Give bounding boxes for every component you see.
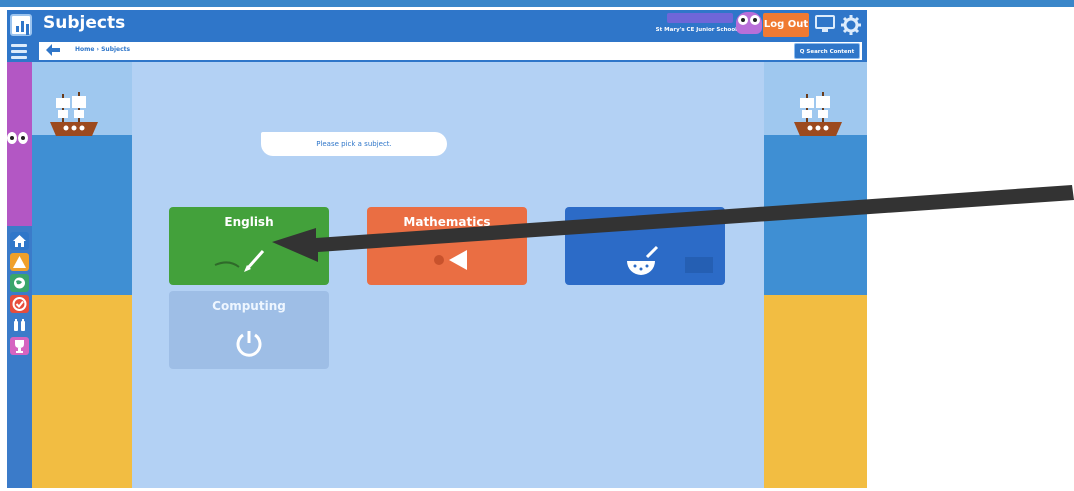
breadcrumb[interactable]: Home › Subjects — [75, 46, 130, 53]
pick-subject-prompt: Please pick a subject. — [261, 132, 447, 156]
pen-icon — [214, 250, 265, 272]
chart-logo-icon[interactable] — [10, 14, 32, 36]
flask-icon — [627, 245, 713, 275]
triangle-icon[interactable] — [10, 253, 29, 271]
subject-tile-science[interactable]: Science — [565, 207, 725, 285]
back-arrow-icon[interactable] — [45, 43, 61, 62]
search-content-button[interactable]: Q Search Content — [794, 43, 860, 59]
subject-label: English — [224, 215, 274, 229]
owl-avatar-icon[interactable] — [736, 12, 762, 34]
bottles-icon[interactable] — [10, 316, 29, 334]
subject-tile-english[interactable]: English — [169, 207, 329, 285]
pirate-ship-icon — [50, 92, 98, 136]
hamburger-menu-icon[interactable] — [7, 40, 32, 62]
pirate-ship-icon — [794, 92, 842, 136]
subject-label: Computing — [212, 299, 286, 313]
top-strip — [0, 0, 1074, 7]
title-bar: Subjects St Mary's CE Junior School Log … — [7, 10, 867, 40]
subject-label: Mathematics — [403, 215, 491, 229]
subject-label: Science — [619, 215, 671, 229]
school-name: St Mary's CE Junior School — [655, 27, 737, 33]
app-window: Subjects St Mary's CE Junior School Log … — [7, 10, 867, 488]
subject-scene: Please pick a subject. English Mathemati… — [32, 62, 867, 488]
settings-gear-icon[interactable] — [839, 14, 863, 36]
page-title: Subjects — [43, 13, 126, 33]
subject-tile-computing[interactable]: Computing — [169, 291, 329, 369]
logout-button[interactable]: Log Out — [763, 13, 809, 37]
globe-icon[interactable] — [10, 274, 29, 292]
screenshot-frame: Subjects St Mary's CE Junior School Log … — [0, 0, 1074, 491]
home-icon[interactable] — [10, 232, 29, 250]
monitor-icon[interactable] — [813, 14, 837, 36]
owl-eyes-icon — [7, 132, 32, 148]
navigation-bar: Home › Subjects Q Search Content — [32, 40, 867, 62]
left-beach-panel — [32, 62, 132, 488]
math-icon — [434, 250, 467, 270]
subjects-panel: Please pick a subject. English Mathemati… — [132, 62, 764, 488]
subject-tile-mathematics[interactable]: Mathematics — [367, 207, 527, 285]
trophy-icon[interactable] — [10, 337, 29, 355]
user-name-badge — [667, 13, 733, 23]
breadcrumb-bar: Home › Subjects Q Search Content — [39, 42, 862, 60]
power-icon — [236, 331, 262, 357]
left-rail — [7, 62, 32, 488]
right-beach-panel — [764, 62, 867, 488]
check-icon[interactable] — [10, 295, 29, 313]
